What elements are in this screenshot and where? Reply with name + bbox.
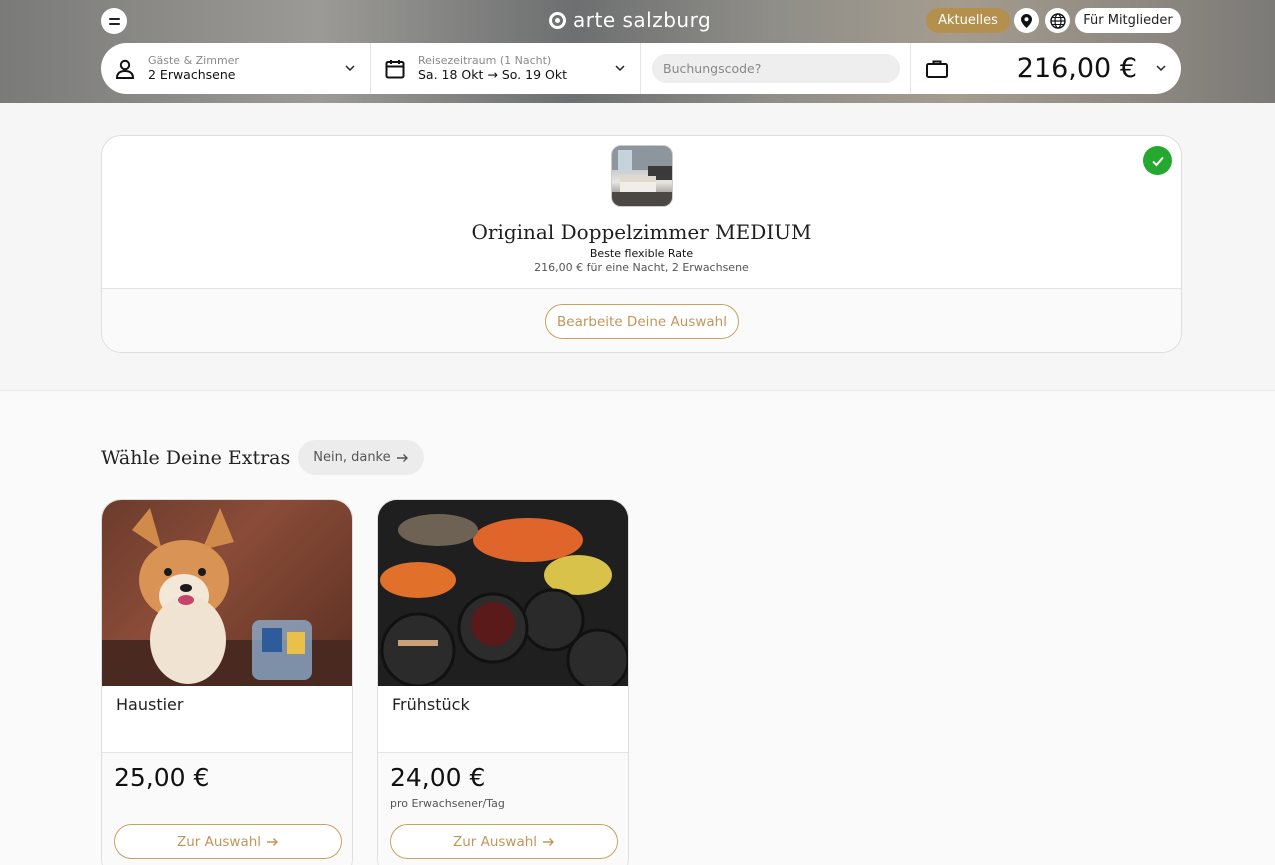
globe-icon <box>1049 12 1066 29</box>
person-icon <box>115 59 135 79</box>
dates-label: Reisezeitraum (1 Nacht) <box>418 54 552 67</box>
arrow-right-icon <box>396 453 408 462</box>
dog-photo-icon <box>102 508 352 686</box>
extra-price: 24,00 € <box>390 763 486 792</box>
extra-price-unit: pro Erwachsener/Tag <box>390 797 505 810</box>
decline-extras-button[interactable]: Nein, danke <box>298 440 424 475</box>
location-button[interactable] <box>1014 8 1039 33</box>
total-price: 216,00 € <box>1016 53 1137 84</box>
choose-label: Zur Auswahl <box>452 833 538 850</box>
chevron-down-icon <box>1156 65 1166 72</box>
room-photo-icon <box>612 146 672 206</box>
breakfast-image <box>378 500 628 686</box>
selected-room-card: Original Doppelzimmer MEDIUM Beste flexi… <box>101 135 1182 353</box>
extra-card-lower: 24,00 € pro Erwachsener/Tag Zur Auswahl <box>378 752 628 865</box>
cart-summary[interactable]: 216,00 € <box>911 43 1181 94</box>
site-logo[interactable]: arte salzburg <box>549 7 711 33</box>
arrow-right-icon <box>543 837 555 846</box>
room-selection-section: Original Doppelzimmer MEDIUM Beste flexi… <box>0 103 1275 391</box>
extra-price: 25,00 € <box>114 763 210 792</box>
choose-extra-button[interactable]: Zur Auswahl <box>114 824 342 859</box>
extra-card-haustier: Haustier 25,00 € Zur Auswahl <box>101 499 353 865</box>
booking-bar: Gäste & Zimmer 2 Erwachsene Reisezeitrau… <box>101 43 1181 94</box>
room-name: Original Doppelzimmer MEDIUM <box>471 220 812 244</box>
choose-extra-button[interactable]: Zur Auswahl <box>390 824 618 859</box>
logo-text: arte salzburg <box>573 8 712 32</box>
selected-check-icon <box>1143 146 1172 175</box>
guests-selector[interactable]: Gäste & Zimmer 2 Erwachsene <box>101 43 371 94</box>
room-card-footer: Bearbeite Deine Auswahl <box>102 288 1181 352</box>
chevron-down-icon <box>345 65 355 72</box>
extras-header: Wähle Deine Extras Nein, danke <box>101 440 424 475</box>
language-button[interactable] <box>1045 8 1070 33</box>
calendar-icon <box>385 59 405 78</box>
dates-selector[interactable]: Reisezeitraum (1 Nacht) Sa. 18 Okt → So.… <box>371 43 641 94</box>
decline-label: Nein, danke <box>313 450 391 465</box>
menu-icon <box>108 17 120 20</box>
guests-value: 2 Erwachsene <box>148 67 236 82</box>
booking-code-input[interactable] <box>652 54 900 83</box>
extras-title: Wähle Deine Extras <box>101 446 291 469</box>
edit-selection-button[interactable]: Bearbeite Deine Auswahl <box>545 304 739 339</box>
site-header: arte salzburg Aktuelles Für Mitglieder G… <box>0 0 1275 103</box>
chevron-down-icon <box>615 65 625 72</box>
extra-title: Frühstück <box>392 695 470 714</box>
dates-value: Sa. 18 Okt → So. 19 Okt <box>418 67 567 82</box>
room-thumbnail <box>611 145 673 207</box>
breakfast-photo-icon <box>378 500 628 686</box>
extra-card-fruehstueck: Frühstück 24,00 € pro Erwachsener/Tag Zu… <box>377 499 629 865</box>
arrow-right-icon <box>267 837 279 846</box>
pet-image <box>102 500 352 686</box>
aktuelles-button[interactable]: Aktuelles <box>926 8 1010 33</box>
logo-mark-icon <box>549 11 566 29</box>
choose-label: Zur Auswahl <box>176 833 262 850</box>
location-pin-icon <box>1021 13 1032 28</box>
extra-card-lower: 25,00 € Zur Auswahl <box>102 752 352 865</box>
booking-code-segment <box>641 43 911 94</box>
guests-label: Gäste & Zimmer <box>148 54 239 67</box>
extra-title: Haustier <box>116 695 184 714</box>
room-rate: Beste flexible Rate <box>589 247 694 260</box>
menu-button[interactable] <box>101 8 127 34</box>
room-price-info: 216,00 € für eine Nacht, 2 Erwachsene <box>534 261 749 274</box>
members-button[interactable]: Für Mitglieder <box>1075 8 1181 33</box>
suitcase-icon <box>926 60 948 78</box>
